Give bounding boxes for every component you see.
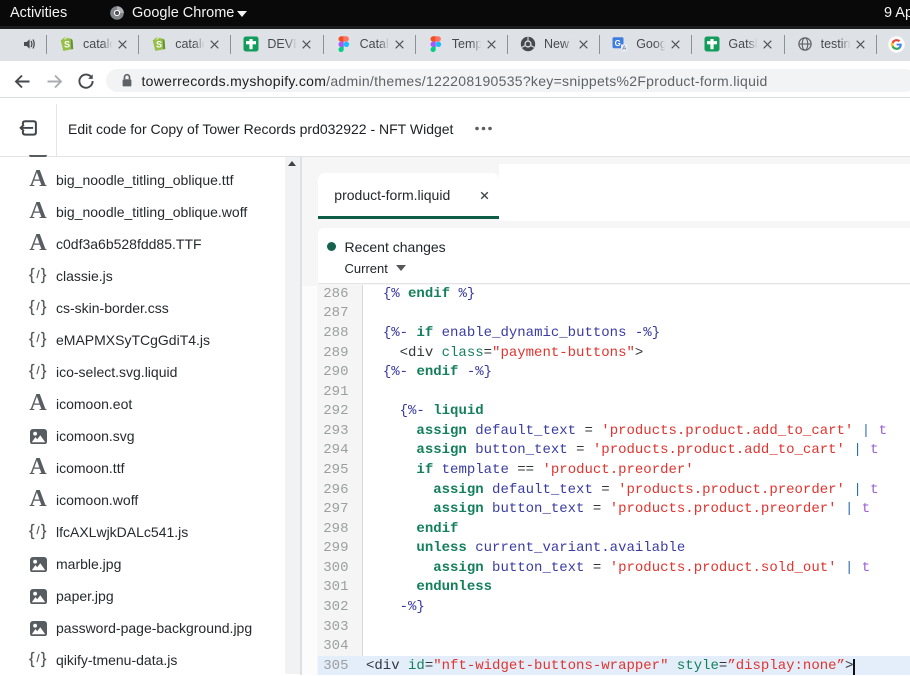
svg-text:S: S (64, 40, 70, 50)
svg-text:A: A (622, 46, 626, 52)
svg-text:S: S (156, 40, 162, 50)
svg-text:G: G (615, 39, 621, 48)
